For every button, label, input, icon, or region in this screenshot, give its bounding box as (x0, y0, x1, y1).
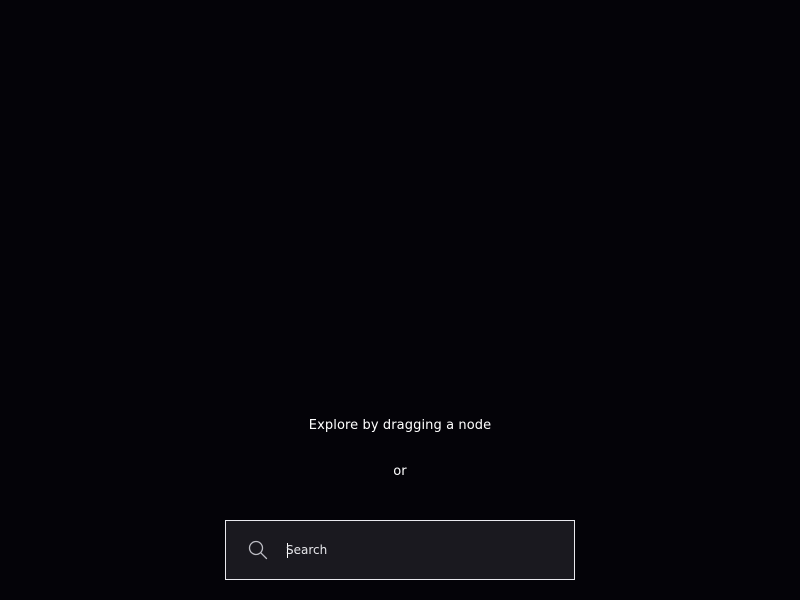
search-icon (248, 540, 268, 560)
or-separator: or (393, 464, 407, 479)
drag-node-hint: Explore by dragging a node (308, 418, 492, 433)
search-box[interactable] (225, 520, 575, 580)
graph-canvas[interactable] (0, 0, 800, 600)
search-input[interactable] (286, 540, 556, 560)
